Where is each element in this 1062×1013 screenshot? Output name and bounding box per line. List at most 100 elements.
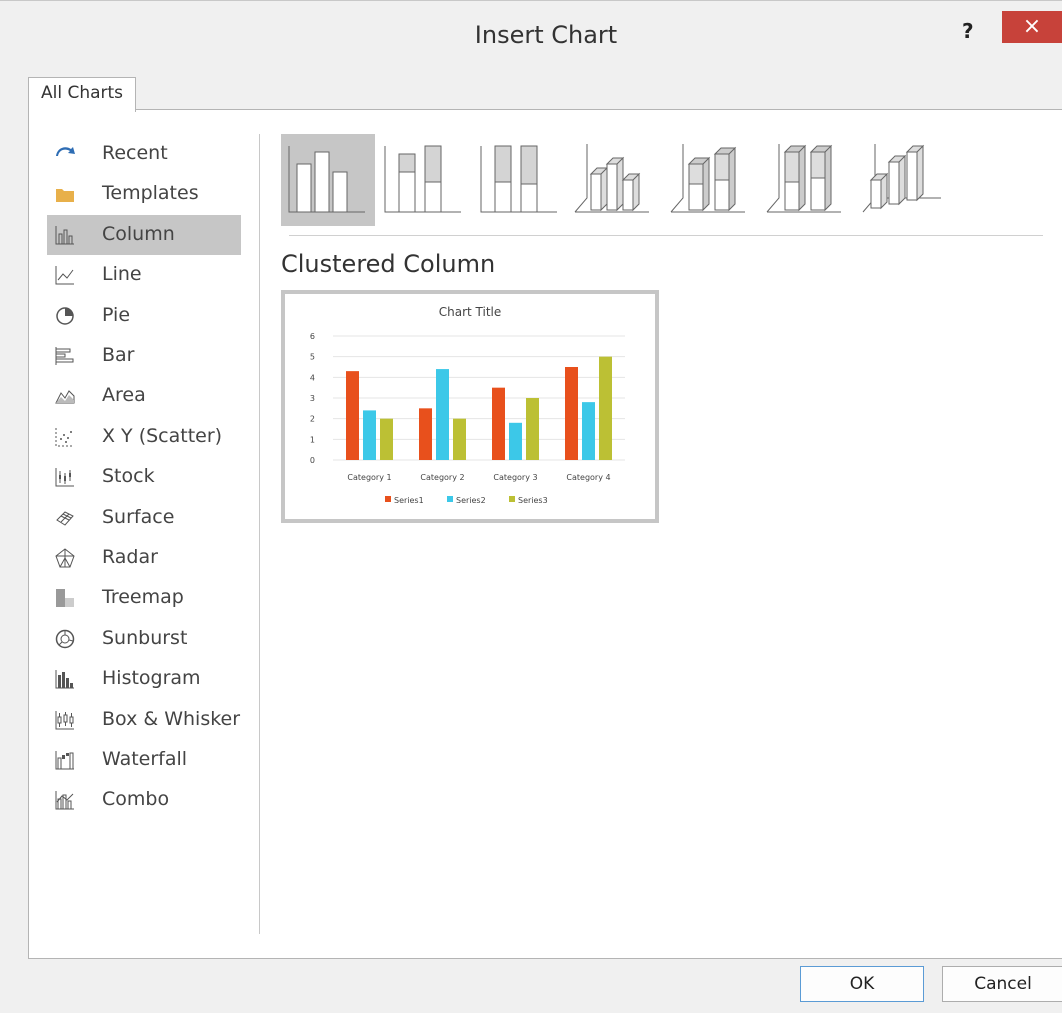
sidebar-item-line[interactable]: Line (47, 255, 241, 295)
sidebar-item-label: Stock (102, 465, 155, 488)
legend-swatch (385, 496, 391, 502)
chart-preview-svg: Chart Title 0 1 2 3 4 5 6 Category 1 Category 2 Ca… (310, 305, 625, 505)
box-whisker-chart-icon (55, 710, 74, 730)
bar-series3 (526, 398, 539, 460)
title-bar: Insert Chart ? × (0, 11, 1062, 61)
sidebar-item-area[interactable]: Area (47, 376, 241, 416)
sidebar-item-label: Bar (102, 344, 135, 366)
bar-series2 (582, 402, 595, 460)
surface-chart-icon (56, 510, 74, 526)
selected-chart-subtype-title: Clustered Column (281, 250, 496, 278)
x-tick-label: Category 1 (347, 473, 391, 482)
sidebar-item-label: Histogram (102, 667, 201, 690)
sidebar-item-label: Surface (102, 505, 175, 528)
cancel-button[interactable]: Cancel (942, 966, 1062, 1002)
sidebar-item-treemap[interactable]: Treemap (47, 578, 241, 618)
help-button[interactable]: ? (962, 19, 974, 43)
chart-title: Chart Title (439, 305, 502, 319)
divider (289, 235, 1043, 236)
ok-button[interactable]: OK (800, 966, 924, 1002)
3d-100-stacked-column-icon (766, 144, 841, 213)
line-chart-icon (55, 266, 74, 285)
sidebar-item-label: X Y (Scatter) (102, 424, 223, 447)
bar-series1 (492, 387, 505, 460)
sidebar-item-label: Combo (102, 788, 170, 811)
close-button[interactable]: × (1002, 11, 1062, 43)
sidebar-item-stock[interactable]: Stock (47, 457, 241, 497)
y-tick-label: 5 (310, 353, 315, 362)
bar-series3 (453, 418, 466, 460)
treemap-chart-icon (56, 589, 74, 608)
y-tick-label: 1 (310, 435, 315, 444)
chart-subtype-clustered-column[interactable] (281, 134, 375, 226)
chart-subtype-3d-stacked-column[interactable] (665, 134, 759, 226)
sidebar-item-x-y-scatter[interactable]: X Y (Scatter) (47, 417, 241, 457)
sidebar-item-label: Radar (102, 546, 158, 568)
sidebar-item-sunburst[interactable]: Sunburst (47, 619, 241, 659)
chart-subtype-3d-100-stacked-column[interactable] (761, 134, 855, 226)
folder-icon (56, 189, 74, 203)
combo-chart-icon (55, 791, 74, 810)
sidebar-item-box-whisker[interactable]: Box & Whisker (47, 700, 241, 740)
dialog-content: Recent Templates Column Line Pie Bar Area X Y (… (28, 109, 1062, 959)
sidebar-item-histogram[interactable]: Histogram (47, 659, 241, 699)
legend-swatch (447, 496, 453, 502)
chart-subtype-3d-clustered-column[interactable] (569, 134, 663, 226)
sidebar-item-label: Column (102, 222, 175, 245)
sidebar-item-pie[interactable]: Pie (47, 296, 241, 336)
bar-series1 (346, 371, 359, 460)
bar-series1 (565, 367, 578, 460)
recent-icon (56, 147, 75, 156)
legend-label: Series3 (518, 496, 548, 505)
sidebar-item-label: Box & Whisker (102, 707, 241, 730)
3d-stacked-column-icon (670, 144, 745, 213)
divider (259, 134, 260, 934)
histogram-chart-icon (55, 670, 74, 689)
pie-chart-icon (56, 306, 74, 325)
chart-subtype-100-stacked-column[interactable] (473, 134, 567, 226)
legend-label: Series1 (394, 496, 424, 505)
sunburst-chart-icon (55, 629, 75, 649)
x-tick-label: Category 3 (493, 473, 537, 482)
sidebar-item-label: Sunburst (102, 626, 188, 649)
chart-subtype-3d-column[interactable] (857, 134, 951, 226)
y-tick-label: 0 (310, 456, 315, 465)
chart-subtype-stacked-column[interactable] (377, 134, 471, 226)
sidebar-item-recent[interactable]: Recent (47, 134, 241, 174)
bar-series2 (436, 369, 449, 460)
y-tick-label: 6 (310, 332, 315, 341)
sidebar-item-label: Treemap (102, 586, 184, 609)
tab-all-charts[interactable]: All Charts (28, 77, 136, 112)
sidebar-item-bar[interactable]: Bar (47, 336, 241, 376)
legend-label: Series2 (456, 496, 486, 505)
bar-series2 (509, 422, 522, 460)
y-tick-label: 2 (310, 415, 315, 424)
clustered-column-icon (288, 146, 365, 213)
sidebar-item-combo[interactable]: Combo (47, 780, 241, 820)
sidebar-item-label: Line (102, 263, 142, 286)
3d-clustered-column-icon (574, 144, 649, 213)
sidebar-item-templates[interactable]: Templates (47, 174, 241, 214)
y-tick-label: 4 (310, 373, 315, 382)
insert-chart-dialog: Insert Chart ? × All Charts Recent Templa… (0, 0, 1062, 1013)
3d-column-icon (862, 144, 941, 213)
sidebar-item-label: Templates (102, 182, 199, 205)
radar-chart-icon (55, 548, 75, 568)
bar-series2 (363, 410, 376, 460)
sidebar-item-label: Waterfall (102, 748, 188, 770)
sidebar-item-column[interactable]: Column (47, 214, 241, 255)
stock-chart-icon (55, 468, 74, 487)
x-tick-label: Category 2 (420, 473, 464, 482)
stacked-column-icon (384, 145, 461, 213)
sidebar-item-waterfall[interactable]: Waterfall (47, 740, 241, 780)
100-stacked-column-icon (480, 145, 557, 213)
x-tick-label: Category 4 (566, 473, 610, 482)
bar-chart-icon (55, 347, 74, 365)
dialog-title: Insert Chart (474, 21, 618, 49)
sidebar-item-surface[interactable]: Surface (47, 498, 241, 538)
chart-preview[interactable]: Chart Title 0 1 2 3 4 5 6 Category 1 Category 2 Ca… (281, 290, 659, 523)
bar-series3 (599, 356, 612, 460)
sidebar-item-radar[interactable]: Radar (47, 538, 241, 578)
waterfall-chart-icon (55, 751, 74, 770)
column-chart-icon (55, 225, 74, 245)
